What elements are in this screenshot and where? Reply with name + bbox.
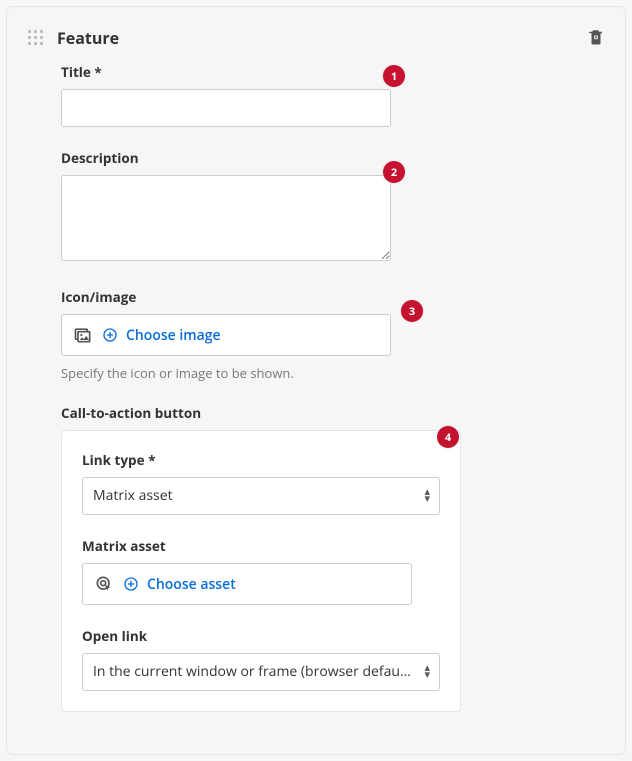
title-input[interactable] <box>61 89 391 127</box>
choose-image-label: Choose image <box>126 326 221 345</box>
matrix-asset-label: Matrix asset <box>82 537 440 555</box>
open-link-label: Open link <box>82 627 440 645</box>
plus-circle-icon <box>102 327 118 343</box>
drag-handle-icon[interactable] <box>27 29 45 47</box>
image-icon <box>72 324 94 346</box>
feature-panel: Feature Title * 1 Description 2 Icon/ima… <box>6 6 626 755</box>
link-type-select[interactable]: Matrix asset <box>82 477 440 515</box>
delete-button[interactable] <box>587 27 605 47</box>
choose-asset-label: Choose asset <box>147 575 236 594</box>
icon-image-helper: Specify the icon or image to be shown. <box>61 364 421 382</box>
panel-header: Feature <box>27 27 605 49</box>
matrix-asset-field: Matrix asset <box>82 537 440 605</box>
link-type-field: Link type * Matrix asset ▴▾ <box>82 451 440 515</box>
link-type-select-wrap: Matrix asset ▴▾ <box>82 477 440 515</box>
icon-image-field-group: Icon/image Choose image Specify the icon… <box>61 288 421 382</box>
panel-title: Feature <box>57 27 119 49</box>
title-label: Title * <box>61 63 391 81</box>
cta-label: Call-to-action button <box>61 404 461 422</box>
link-type-label: Link type * <box>82 451 440 469</box>
open-link-field: Open link In the current window or frame… <box>82 627 440 691</box>
icon-image-label: Icon/image <box>61 288 421 306</box>
open-link-select-wrap: In the current window or frame (browser … <box>82 653 440 691</box>
plus-circle-icon <box>123 576 139 592</box>
choose-image-button[interactable]: Choose image <box>61 314 391 356</box>
title-field-group: Title * 1 <box>61 63 391 127</box>
description-textarea[interactable] <box>61 175 391 261</box>
cta-nested-panel: Link type * Matrix asset ▴▾ Matrix asset <box>61 430 461 712</box>
description-field-group: Description 2 <box>61 149 391 266</box>
choose-asset-button[interactable]: Choose asset <box>82 563 412 605</box>
target-click-icon <box>93 573 115 595</box>
cta-field-group: Call-to-action button Link type * Matrix… <box>61 404 461 712</box>
trash-icon <box>587 27 605 47</box>
description-label: Description <box>61 149 391 167</box>
open-link-select[interactable]: In the current window or frame (browser … <box>82 653 440 691</box>
